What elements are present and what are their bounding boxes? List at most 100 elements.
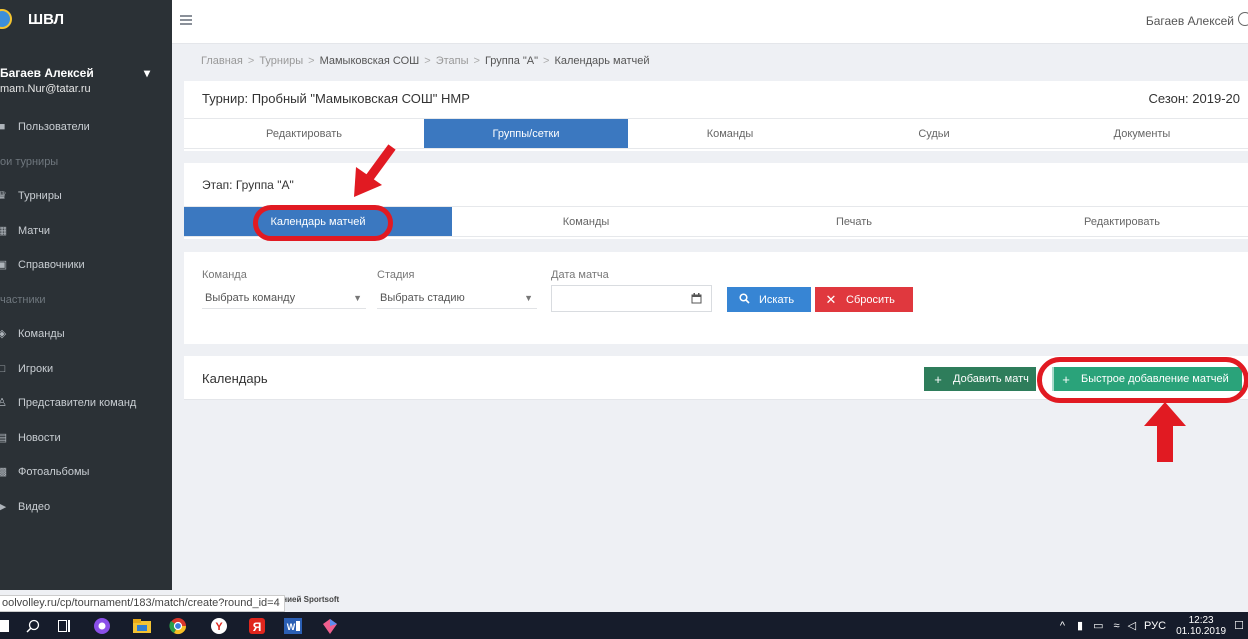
breadcrumb-tournaments[interactable]: Турниры — [259, 55, 303, 67]
chevron-down-icon: ▼ — [524, 293, 533, 303]
brand[interactable]: ШВЛ — [0, 0, 172, 38]
reset-button[interactable]: ✕ Сбросить — [815, 287, 913, 312]
top-bar: Багаев Алексей — [172, 0, 1248, 44]
search-icon[interactable] — [23, 616, 43, 636]
stage-select[interactable]: Выбрать стадию ▼ — [377, 285, 537, 309]
sidebar-item-label: Справочники — [18, 259, 85, 272]
tab-groups[interactable]: Группы/сетки — [424, 119, 628, 148]
chevron-down-icon: ▼ — [353, 293, 362, 303]
sidebar-item[interactable]: ▤ Новости — [0, 421, 172, 456]
breadcrumb-separator: > — [424, 55, 431, 67]
sidebar-user[interactable]: Багаев Алексей ▾ mam.Nur@tatar.ru — [0, 38, 172, 110]
file-explorer-icon[interactable] — [132, 616, 152, 636]
calendar-icon: ▦ — [0, 224, 8, 237]
sidebar-item[interactable]: ♙ Представители команд — [0, 386, 172, 421]
sidebar-item[interactable]: ▶ Видео — [0, 490, 172, 525]
stage-select-value: Выбрать стадию — [380, 292, 465, 304]
add-match-button[interactable]: + Добавить матч — [924, 367, 1036, 391]
breadcrumb-separator: > — [543, 55, 550, 67]
breadcrumb-separator: > — [247, 55, 255, 67]
yandex-browser-icon[interactable]: Я — [247, 616, 267, 636]
stage-card: Этап: Группа "А" Календарь матчей Команд… — [184, 163, 1248, 239]
player-icon: □ — [0, 362, 6, 375]
breadcrumb-separator: > — [308, 55, 315, 67]
sidebar-item-label: Видео — [18, 500, 51, 513]
logo-icon — [0, 9, 12, 29]
trophy-icon: ♛ — [0, 190, 7, 203]
language-indicator[interactable]: РУС — [1144, 620, 1166, 632]
calendar-title: Календарь — [202, 371, 268, 386]
plus-icon: + — [1062, 371, 1070, 387]
volume-icon[interactable]: ◁ — [1128, 619, 1136, 632]
close-icon: ✕ — [825, 291, 837, 307]
clock[interactable]: 12:23 01.10.2019 — [1176, 615, 1226, 637]
hamburger-menu-icon[interactable] — [180, 15, 192, 26]
stage-filter-label: Стадия — [377, 269, 415, 281]
sidebar-item-label: Команды — [18, 328, 65, 341]
tab-print[interactable]: Печать — [720, 207, 988, 236]
tab-referees[interactable]: Судьи — [832, 119, 1036, 148]
system-tray: ^ ▮ ▭ ≈ ◁ РУС 12:23 01.10.2019 ☐ — [1060, 612, 1248, 639]
task-view-icon[interactable] — [55, 616, 75, 636]
show-hidden-icons-icon[interactable]: ^ — [1060, 620, 1065, 632]
sidebar-item[interactable]: ◈ Команды — [0, 317, 172, 352]
tab-stage-teams[interactable]: Команды — [452, 207, 720, 236]
reset-button-label: Сбросить — [846, 293, 895, 306]
notifications-icon[interactable]: ☐ — [1234, 619, 1244, 632]
taskbar: Y Я W ^ ▮ ▭ ≈ ◁ РУС 12:23 01.10.2019 ☐ — [0, 612, 1248, 639]
sidebar-item[interactable]: ▦ Матчи — [0, 214, 172, 249]
breadcrumb-tournament[interactable]: Мамыковская СОШ — [320, 55, 420, 67]
sidebar-item[interactable]: ▣ Справочники — [0, 248, 172, 283]
sidebar-item-label: Матчи — [18, 224, 51, 237]
breadcrumb-stages[interactable]: Этапы — [436, 55, 469, 67]
calendar-card: Календарь + Добавить матч + Быстрое доба… — [184, 356, 1248, 400]
calendar-icon[interactable] — [680, 285, 712, 312]
annotation-arrow-icon — [354, 144, 396, 197]
battery-icon[interactable]: ▭ — [1093, 619, 1103, 632]
annotation-arrow-up-icon — [1144, 402, 1186, 462]
yandex-icon[interactable]: Y — [209, 616, 229, 636]
tab-stage-edit[interactable]: Редактировать — [988, 207, 1248, 236]
chrome-icon[interactable] — [168, 616, 188, 636]
network-icon[interactable]: ≈ — [1114, 620, 1120, 632]
word-icon[interactable]: W — [283, 616, 303, 636]
sidebar-user-name: Багаев Алексей — [0, 66, 94, 80]
quick-add-matches-button[interactable]: + Быстрое добавление матчей — [1052, 367, 1242, 391]
sidebar-item-label: Пользователи — [18, 121, 90, 134]
brand-title: ШВЛ — [28, 10, 65, 28]
sidebar-item[interactable]: ▩ Фотоальбомы — [0, 455, 172, 490]
book-icon: ▣ — [0, 259, 8, 272]
breadcrumb-group[interactable]: Группа "А" — [485, 55, 538, 67]
breadcrumb-current: Календарь матчей — [554, 55, 650, 67]
usb-icon[interactable]: ▮ — [1077, 619, 1083, 632]
tab-teams[interactable]: Команды — [628, 119, 832, 148]
news-icon: ▤ — [0, 431, 8, 444]
breadcrumb-home[interactable]: Главная — [201, 55, 243, 67]
topbar-user-name[interactable]: Багаев Алексей — [1146, 14, 1234, 28]
app-icon[interactable] — [320, 616, 340, 636]
sidebar: ШВЛ Багаев Алексей ▾ mam.Nur@tatar.ru ■ П… — [0, 0, 172, 612]
sidebar-item[interactable]: ■ Пользователи — [0, 110, 172, 145]
tab-match-calendar[interactable]: Календарь матчей — [184, 207, 452, 236]
stage-title: Этап: Группа "А" — [202, 178, 294, 192]
sidebar-user-email: mam.Nur@tatar.ru — [0, 83, 91, 95]
quick-add-button-label: Быстрое добавление матчей — [1081, 373, 1229, 385]
assistant-icon[interactable] — [92, 616, 112, 636]
sidebar-item-label: Турниры — [18, 190, 62, 203]
tournament-card: Турнир: Пробный "Мамыковская СОШ" НМР Се… — [184, 81, 1248, 151]
svg-text:Y: Y — [215, 621, 223, 633]
filter-card: Команда Выбрать команду ▼ Стадия Выбрать… — [184, 252, 1248, 344]
user-settings-icon[interactable] — [1238, 12, 1248, 26]
team-select[interactable]: Выбрать команду ▼ — [202, 285, 366, 309]
user-menu-caret-icon[interactable]: ▾ — [144, 66, 150, 80]
season-label: Сезон: 2019-20 — [1148, 91, 1241, 106]
search-button[interactable]: Искать — [727, 287, 811, 312]
sidebar-section-header: ои турниры — [0, 155, 59, 168]
clock-date: 01.10.2019 — [1176, 625, 1227, 637]
sidebar-item[interactable]: □ Игроки — [0, 352, 172, 387]
tab-documents[interactable]: Документы — [1036, 119, 1248, 148]
date-filter-label: Дата матча — [551, 269, 609, 281]
sidebar-item[interactable]: ♛ Турниры — [0, 179, 172, 214]
status-bar-url: oolvolley.ru/cp/tournament/183/match/cre… — [0, 595, 285, 612]
start-icon[interactable] — [0, 616, 14, 636]
